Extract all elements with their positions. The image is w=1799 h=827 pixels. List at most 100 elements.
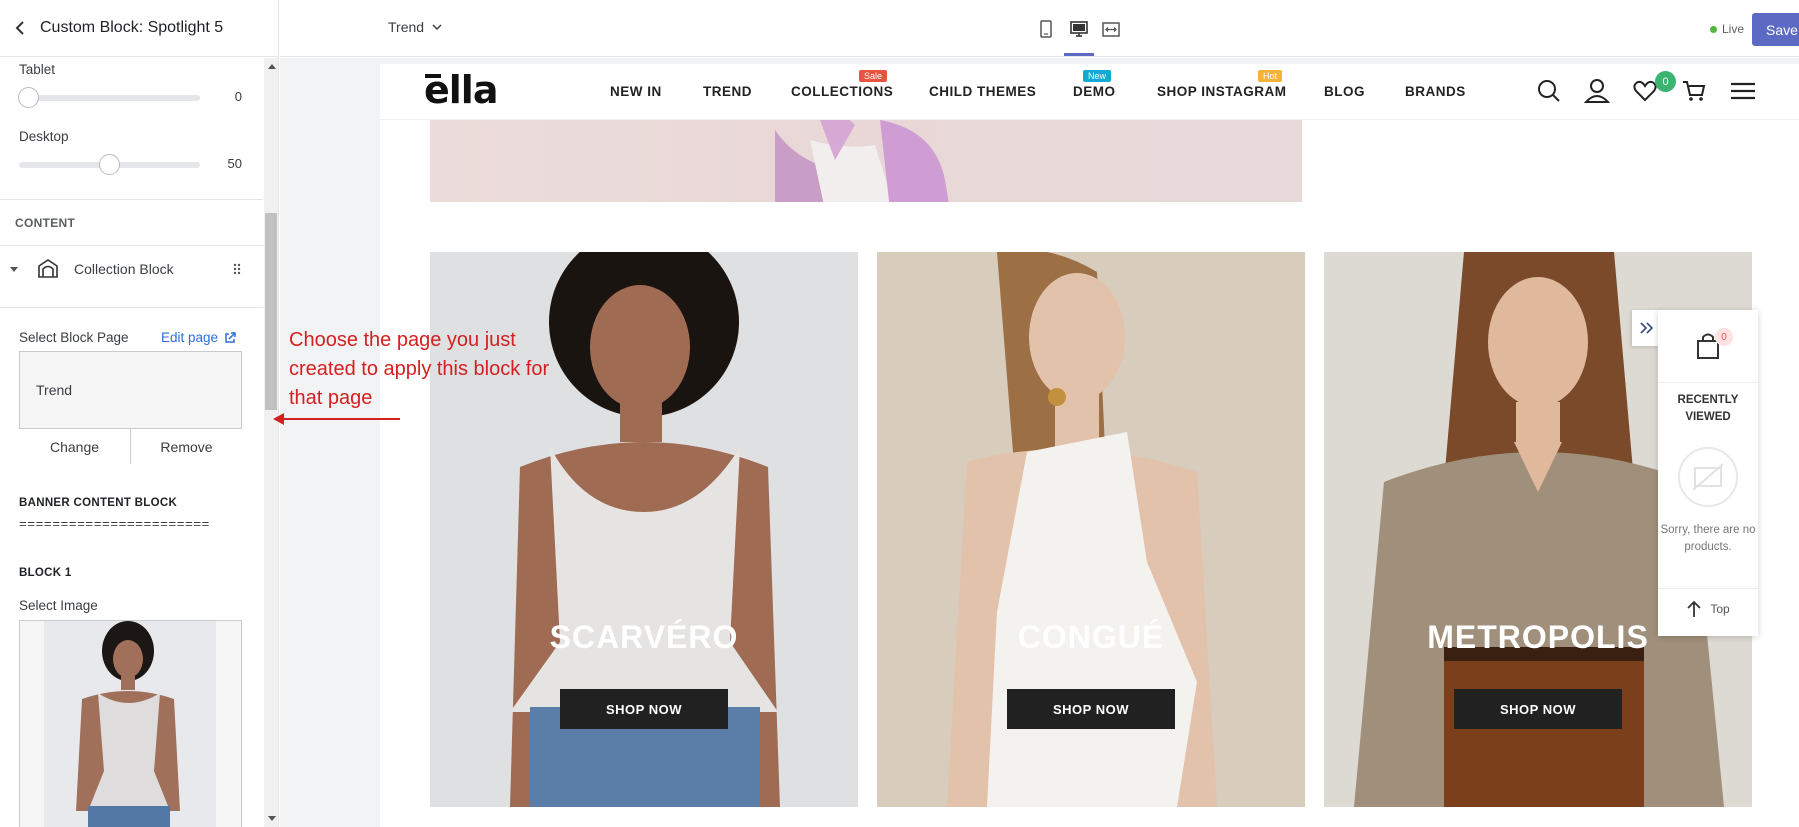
- live-status: Live: [1710, 22, 1744, 36]
- expand-width-icon: [1102, 21, 1120, 37]
- shop-now-button[interactable]: SHOP NOW: [1454, 689, 1622, 729]
- desktop-slider[interactable]: [19, 154, 200, 175]
- banner-content-block-title: BANNER CONTENT BLOCK: [19, 497, 178, 509]
- desktop-slider-knob[interactable]: [99, 154, 120, 175]
- account-icon[interactable]: [1584, 78, 1610, 104]
- menu-icon[interactable]: [1730, 78, 1756, 104]
- nav-label: COLLECTIONS: [791, 84, 894, 99]
- nav-label: NEW IN: [610, 84, 662, 99]
- content-section-title: CONTENT: [15, 216, 76, 230]
- store-logo[interactable]: ella: [424, 68, 498, 112]
- desktop-value: 50: [227, 156, 242, 171]
- divider: [1658, 382, 1758, 383]
- sidebar-scrollbar[interactable]: [264, 58, 278, 827]
- sidebar-header: Custom Block: Spotlight 5: [0, 0, 278, 57]
- caret-down-icon[interactable]: [10, 266, 18, 272]
- page-box-actions: Change Remove: [19, 428, 242, 464]
- back-to-top-label: Top: [1710, 602, 1730, 616]
- scroll-thumb[interactable]: [265, 213, 277, 410]
- theme-editor: Custom Block: Spotlight 5 Tablet 0 Deskt…: [0, 0, 1799, 827]
- nav-label: CHILD THEMES: [929, 84, 1037, 99]
- hot-badge: Hot: [1258, 70, 1283, 82]
- double-chevron-right-icon: [1640, 322, 1654, 334]
- mobile-icon: [1040, 20, 1052, 38]
- nav-item-trend[interactable]: TREND: [703, 84, 752, 99]
- remove-page-button[interactable]: Remove: [130, 429, 242, 464]
- nav-label: BLOG: [1324, 84, 1365, 99]
- live-label: Live: [1722, 22, 1745, 36]
- tablet-value: 0: [234, 89, 242, 104]
- recently-viewed-panel: 0 RECENTLY VIEWED Sorry, there are no pr…: [1658, 310, 1758, 636]
- nav-label: DEMO: [1073, 84, 1116, 99]
- top-banner-image: [430, 120, 1302, 202]
- nav-item-blog[interactable]: BLOG: [1324, 84, 1365, 99]
- block-1-title: BLOCK 1: [19, 567, 72, 579]
- no-image-icon: [1678, 447, 1738, 507]
- recently-viewed-empty: Sorry, there are no products.: [1660, 524, 1756, 553]
- card-title: CONGUÉ: [1017, 619, 1165, 655]
- nav-label: BRANDS: [1405, 84, 1466, 99]
- desktop-icon: [1070, 20, 1088, 37]
- nav-label: TREND: [703, 84, 752, 99]
- recently-viewed-count: 0: [1715, 328, 1733, 346]
- cart-icon[interactable]: [1681, 78, 1707, 104]
- selected-page-box: Trend Change Remove: [19, 351, 242, 464]
- chevron-left-icon: [15, 21, 24, 35]
- arrow-up-icon: [1687, 600, 1701, 617]
- collection-block-icon: [38, 259, 58, 278]
- select-image-label: Select Image: [19, 598, 98, 613]
- desktop-view-button[interactable]: [1065, 16, 1093, 42]
- tablet-slider-knob[interactable]: [18, 87, 39, 108]
- editor-sidebar: Custom Block: Spotlight 5 Tablet 0 Deskt…: [0, 0, 279, 827]
- block-image-picker[interactable]: [19, 620, 242, 827]
- storefront-preview: ella NEW IN TREND COLLECTIONS Sale CHILD…: [380, 64, 1799, 827]
- recently-viewed-title: RECENTLY VIEWED: [1677, 394, 1739, 423]
- shop-now-button[interactable]: SHOP NOW: [1007, 689, 1175, 729]
- nav-item-demo[interactable]: DEMO New: [1073, 70, 1116, 99]
- nav-item-brands[interactable]: BRANDS: [1405, 84, 1466, 99]
- search-icon[interactable]: [1536, 78, 1562, 104]
- sidebar-settings: Tablet 0 Desktop 50 CONTENT Collection B…: [0, 58, 263, 827]
- back-to-top-button[interactable]: Top: [1658, 600, 1758, 618]
- collection-card[interactable]: CONGUÉ SHOP NOW: [877, 252, 1305, 807]
- nav-item-collections[interactable]: COLLECTIONS Sale: [791, 70, 894, 99]
- mobile-view-button[interactable]: [1032, 16, 1060, 42]
- annotation-arrow-icon: [273, 413, 400, 425]
- collection-block-label: Collection Block: [74, 261, 174, 277]
- back-button[interactable]: [0, 0, 40, 57]
- change-page-button[interactable]: Change: [19, 429, 130, 464]
- external-link-icon: [225, 331, 236, 343]
- page-selector[interactable]: Trend: [388, 19, 442, 35]
- nav-item-shop-instagram[interactable]: SHOP INSTAGRAM Hot: [1157, 70, 1287, 99]
- block-image-thumbnail: [44, 621, 216, 827]
- scroll-down-icon[interactable]: [268, 816, 276, 821]
- shop-now-button[interactable]: SHOP NOW: [560, 689, 728, 729]
- scroll-up-icon[interactable]: [268, 64, 276, 69]
- edit-page-label: Edit page: [161, 330, 219, 345]
- edit-page-link[interactable]: Edit page: [161, 330, 236, 345]
- nav-item-child-themes[interactable]: CHILD THEMES: [929, 84, 1036, 99]
- collection-block-item[interactable]: Collection Block: [0, 246, 263, 292]
- sidebar-title: Custom Block: Spotlight 5: [40, 19, 224, 36]
- drag-handle-icon[interactable]: [233, 263, 241, 275]
- page-selector-label: Trend: [388, 19, 425, 35]
- tablet-label: Tablet: [19, 62, 56, 77]
- store-header: ella NEW IN TREND COLLECTIONS Sale CHILD…: [380, 64, 1799, 120]
- active-view-indicator: [1064, 53, 1094, 56]
- annotation-text: Choose the page you just created to appl…: [289, 329, 550, 409]
- nav-item-new-in[interactable]: NEW IN: [610, 84, 662, 99]
- card-title: SCARVÉRO: [549, 619, 739, 655]
- fullwidth-view-button[interactable]: [1097, 16, 1125, 42]
- new-badge: New: [1083, 70, 1112, 82]
- tablet-slider[interactable]: [18, 87, 200, 108]
- sale-badge: Sale: [859, 70, 888, 82]
- banner-figure: [775, 120, 949, 202]
- selected-page-name: Trend: [36, 382, 73, 398]
- editor-topbar: Trend Live Save: [280, 0, 1799, 57]
- separator-text: =======================: [19, 517, 210, 532]
- divider: [0, 199, 263, 200]
- cart-count-badge: 0: [1655, 71, 1676, 92]
- nav-label: SHOP INSTAGRAM: [1157, 84, 1287, 99]
- save-button[interactable]: Save: [1752, 13, 1799, 46]
- divider: [0, 307, 263, 308]
